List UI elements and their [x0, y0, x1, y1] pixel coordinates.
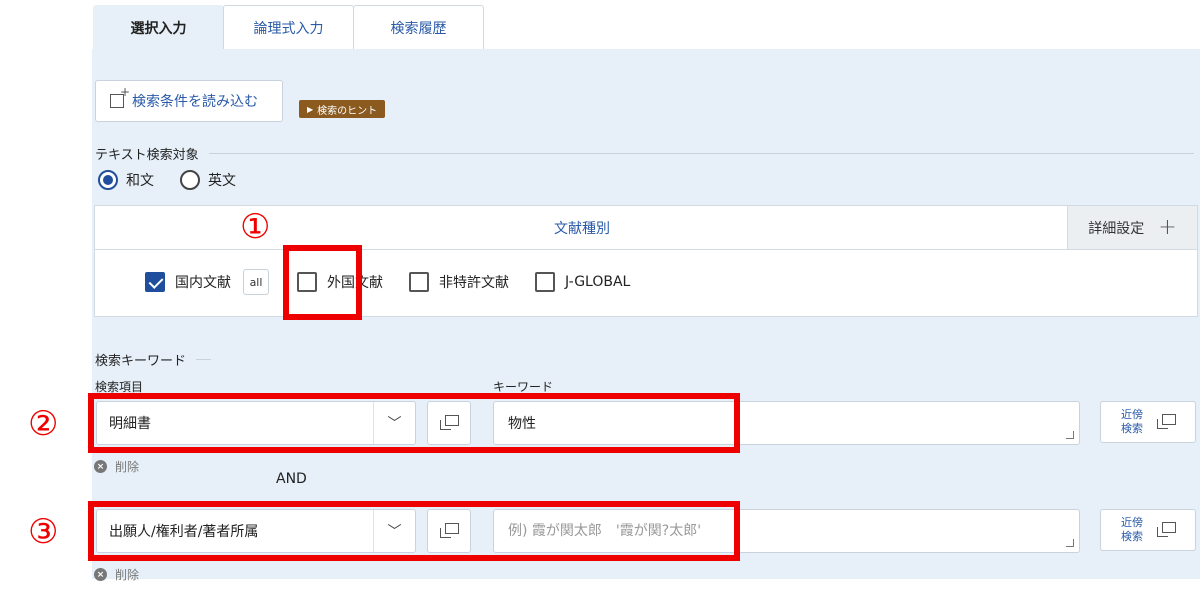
close-circle-icon: ×	[94, 460, 107, 473]
text-target-section: テキスト検索対象	[95, 144, 1194, 163]
annotation-number-1: ①	[240, 207, 271, 247]
tab-bar: 選択入力 論理式入力 検索履歴	[93, 5, 484, 49]
tab-search-history[interactable]: 検索履歴	[353, 5, 484, 49]
document-type-options: 国内文献 all 外国文献 非特許文献 J-GLOBAL	[145, 269, 630, 295]
detail-settings-button[interactable]: 詳細設定 +	[1067, 206, 1197, 249]
radio-japanese[interactable]: 和文	[98, 170, 154, 190]
radio-button-on[interactable]	[98, 170, 118, 190]
radio-japanese-label: 和文	[126, 173, 154, 189]
proximity-search-button-2[interactable]: 近傍 検索	[1100, 509, 1196, 551]
delete-label-1: 削除	[115, 460, 140, 474]
annotation-box-1	[283, 245, 362, 320]
delete-label-2: 削除	[115, 568, 140, 582]
load-conditions-button[interactable]: 検索条件を読み込む	[95, 80, 283, 122]
delete-row-button-1[interactable]: × 削除	[94, 458, 139, 475]
detail-settings-label: 詳細設定	[1088, 220, 1145, 237]
language-radio-group: 和文 英文	[98, 170, 262, 190]
window-popup-icon	[1157, 414, 1176, 430]
radio-english[interactable]: 英文	[180, 170, 236, 190]
plus-icon: +	[1158, 215, 1177, 240]
proximity-search-label-2: 近傍 検索	[1121, 516, 1143, 543]
proximity-search-button-1[interactable]: 近傍 検索	[1100, 401, 1196, 443]
add-document-icon	[110, 85, 130, 108]
annotation-number-3: ③	[28, 512, 59, 552]
operator-label: AND	[276, 471, 307, 487]
option-jglobal[interactable]: J-GLOBAL	[535, 272, 630, 292]
load-conditions-label: 検索条件を読み込む	[132, 94, 258, 110]
window-popup-icon	[1157, 522, 1176, 538]
option-domestic-label: 国内文献	[175, 275, 231, 291]
text-target-title: テキスト検索対象	[95, 148, 199, 163]
play-triangle-icon: ▶	[307, 104, 314, 114]
divider	[208, 153, 1194, 154]
annotation-number-2: ②	[28, 404, 59, 444]
search-hint-button[interactable]: ▶ 検索のヒント	[299, 100, 386, 118]
resize-handle-icon[interactable]	[1066, 539, 1074, 547]
checkbox-checked[interactable]	[145, 272, 165, 292]
checkbox-unchecked[interactable]	[409, 272, 429, 292]
option-jglobal-label: J-GLOBAL	[565, 274, 631, 290]
radio-english-label: 英文	[208, 173, 236, 189]
option-non-patent-label: 非特許文献	[439, 275, 509, 291]
resize-handle-icon[interactable]	[1066, 431, 1074, 439]
close-circle-icon: ×	[94, 568, 107, 581]
tab-select-input[interactable]: 選択入力	[93, 5, 224, 49]
radio-button-off[interactable]	[180, 170, 200, 190]
option-domestic[interactable]: 国内文献 all	[145, 269, 269, 295]
search-hint-label: 検索のヒント	[317, 105, 378, 117]
checkbox-unchecked[interactable]	[535, 272, 555, 292]
annotation-box-2	[88, 393, 740, 453]
divider	[196, 359, 212, 360]
all-toggle-button[interactable]: all	[243, 269, 269, 295]
delete-row-button-2[interactable]: × 削除	[94, 566, 139, 583]
proximity-search-label-1: 近傍 検索	[1121, 408, 1143, 435]
keyword-section: 検索キーワード	[95, 350, 212, 369]
annotation-box-3	[88, 501, 740, 561]
tab-logic-input[interactable]: 論理式入力	[223, 5, 354, 49]
option-non-patent[interactable]: 非特許文献	[409, 272, 509, 292]
keyword-section-title: 検索キーワード	[95, 354, 187, 369]
